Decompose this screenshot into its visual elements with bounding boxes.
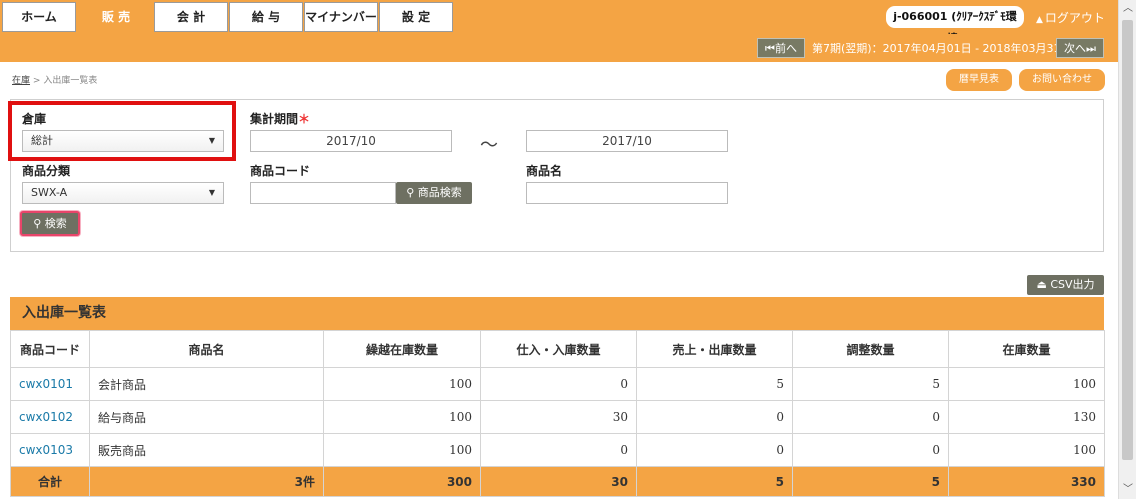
col-product-name[interactable]: 商品名: [89, 330, 324, 368]
prev-period-label: 前へ: [774, 42, 797, 55]
carryover-cell: 100: [323, 400, 481, 434]
adjust-cell: 0: [792, 433, 949, 467]
adjust-cell: 0: [792, 400, 949, 434]
product-code-input[interactable]: [250, 182, 396, 204]
stock-cell: 100: [948, 367, 1105, 401]
sales-cell: 0: [636, 433, 793, 467]
stock-cell: 130: [948, 400, 1105, 434]
table-header-row: 商品コード 商品名 繰越在庫数量 仕入・入庫数量 売上・出庫数量 調整数量 在庫…: [10, 330, 1105, 368]
product-code-link[interactable]: cwx0101: [10, 367, 90, 401]
next-period-button[interactable]: 次へ⏭: [1056, 38, 1104, 58]
col-product-code[interactable]: 商品コード: [10, 330, 90, 368]
calendar-button[interactable]: 暦早見表: [946, 69, 1012, 91]
period-range-separator: 〜: [480, 135, 498, 156]
csv-export-label: CSV出力: [1050, 278, 1095, 291]
table-row: cwx0102 給与商品 100 30 0 0 130: [10, 400, 1105, 434]
period-to-input[interactable]: 2017/10: [526, 130, 728, 152]
col-purchase-qty[interactable]: 仕入・入庫数量: [480, 330, 637, 368]
warehouse-highlight-box: [8, 101, 236, 161]
dropdown-arrow-icon: ▼: [208, 188, 215, 197]
search-icon: ⚲: [406, 186, 418, 199]
next-period-label: 次へ: [1064, 42, 1087, 55]
adjust-cell: 5: [792, 367, 949, 401]
product-code-link[interactable]: cwx0103: [10, 433, 90, 467]
table-title: 入出庫一覧表: [10, 297, 1104, 330]
product-name-cell: 給与商品: [89, 400, 324, 434]
purchase-cell: 30: [480, 400, 637, 434]
logout-label: ログアウト: [1044, 11, 1105, 25]
period-from-input[interactable]: 2017/10: [250, 130, 452, 152]
stock-cell: 100: [948, 433, 1105, 467]
total-adjust: 5: [792, 466, 949, 497]
col-sales-qty[interactable]: 売上・出庫数量: [636, 330, 793, 368]
eject-icon: ▲: [1036, 15, 1043, 25]
product-code-label: 商品コード: [250, 164, 311, 178]
fiscal-period-text: 第7期(翌期)：2017年04月01日 - 2018年03月31日: [812, 42, 1072, 55]
company-badge: j-066001 (ｸﾘｱｰｸｽﾃﾞﾓ環境): [886, 6, 1024, 45]
tab-mynumber[interactable]: マイナンバー: [304, 2, 378, 32]
tab-settings[interactable]: 設 定: [379, 2, 453, 32]
category-label: 商品分類: [22, 164, 71, 178]
total-carryover: 300: [323, 466, 481, 497]
scrollbar-thumb[interactable]: [1122, 20, 1133, 460]
sales-cell: 0: [636, 400, 793, 434]
first-icon: ⏮: [765, 42, 775, 55]
breadcrumb-current: 入出庫一覧表: [43, 76, 98, 86]
csv-export-button[interactable]: ⏏ CSV出力: [1027, 275, 1104, 295]
logout-link[interactable]: ▲ ログアウト: [1036, 9, 1105, 26]
table-row: cwx0103 販売商品 100 0 0 0 100: [10, 433, 1105, 467]
period-label: 集計期間＊: [250, 110, 310, 127]
required-marker: ＊: [298, 112, 311, 126]
col-stock-qty[interactable]: 在庫数量: [948, 330, 1105, 368]
tab-payroll[interactable]: 給 与: [229, 2, 303, 32]
product-name-cell: 会計商品: [89, 367, 324, 401]
search-label: 検索: [44, 217, 67, 230]
col-carryover-qty[interactable]: 繰越在庫数量: [323, 330, 481, 368]
table-total-row: 合計 3件 300 30 5 5 330: [10, 466, 1105, 497]
scroll-up-icon[interactable]: ︿: [1119, 0, 1136, 18]
product-search-button[interactable]: ⚲ 商品検索: [396, 182, 472, 204]
vertical-scrollbar[interactable]: ︿ ﹀: [1118, 0, 1136, 499]
tab-accounting[interactable]: 会 計: [154, 2, 228, 32]
prev-period-button[interactable]: ⏮前へ: [757, 38, 805, 58]
contact-button[interactable]: お問い合わせ: [1019, 69, 1105, 91]
scroll-down-icon[interactable]: ﹀: [1119, 481, 1136, 499]
category-value: SWX-A: [31, 186, 68, 199]
purchase-cell: 0: [480, 367, 637, 401]
total-stock: 330: [948, 466, 1105, 497]
total-label: 合計: [10, 466, 90, 497]
product-name-input[interactable]: [526, 182, 728, 204]
table-row: cwx0101 会計商品 100 0 5 5 100: [10, 367, 1105, 401]
period-bar: ⏮前へ 第7期(翌期)：2017年04月01日 - 2018年03月31日 次へ…: [0, 34, 1118, 62]
period-label-text: 集計期間: [250, 112, 299, 126]
total-count: 3件: [89, 466, 324, 497]
top-nav: ホーム 販 売 会 計 給 与 マイナンバー 設 定 j-066001 (ｸﾘｱ…: [0, 0, 1118, 45]
breadcrumb: 在庫 > 入出庫一覧表: [12, 73, 97, 86]
breadcrumb-inventory-link[interactable]: 在庫: [12, 76, 30, 86]
tab-home[interactable]: ホーム: [2, 2, 76, 32]
product-search-label: 商品検索: [417, 186, 462, 199]
product-name-label: 商品名: [526, 164, 563, 178]
search-button[interactable]: ⚲ 検索: [20, 211, 80, 236]
product-code-link[interactable]: cwx0102: [10, 400, 90, 434]
inventory-table: 商品コード 商品名 繰越在庫数量 仕入・入庫数量 売上・出庫数量 調整数量 在庫…: [10, 330, 1105, 497]
carryover-cell: 100: [323, 367, 481, 401]
last-icon: ⏭: [1086, 42, 1096, 55]
breadcrumb-separator: >: [32, 76, 41, 86]
search-icon: ⚲: [33, 217, 45, 230]
download-icon: ⏏: [1036, 278, 1051, 291]
purchase-cell: 0: [480, 433, 637, 467]
product-name-cell: 販売商品: [89, 433, 324, 467]
category-select[interactable]: SWX-A ▼: [22, 182, 224, 204]
sales-cell: 5: [636, 367, 793, 401]
total-purchase: 30: [480, 466, 637, 497]
col-adjust-qty[interactable]: 調整数量: [792, 330, 949, 368]
carryover-cell: 100: [323, 433, 481, 467]
tab-sales[interactable]: 販 売: [79, 2, 153, 32]
total-sales: 5: [636, 466, 793, 497]
